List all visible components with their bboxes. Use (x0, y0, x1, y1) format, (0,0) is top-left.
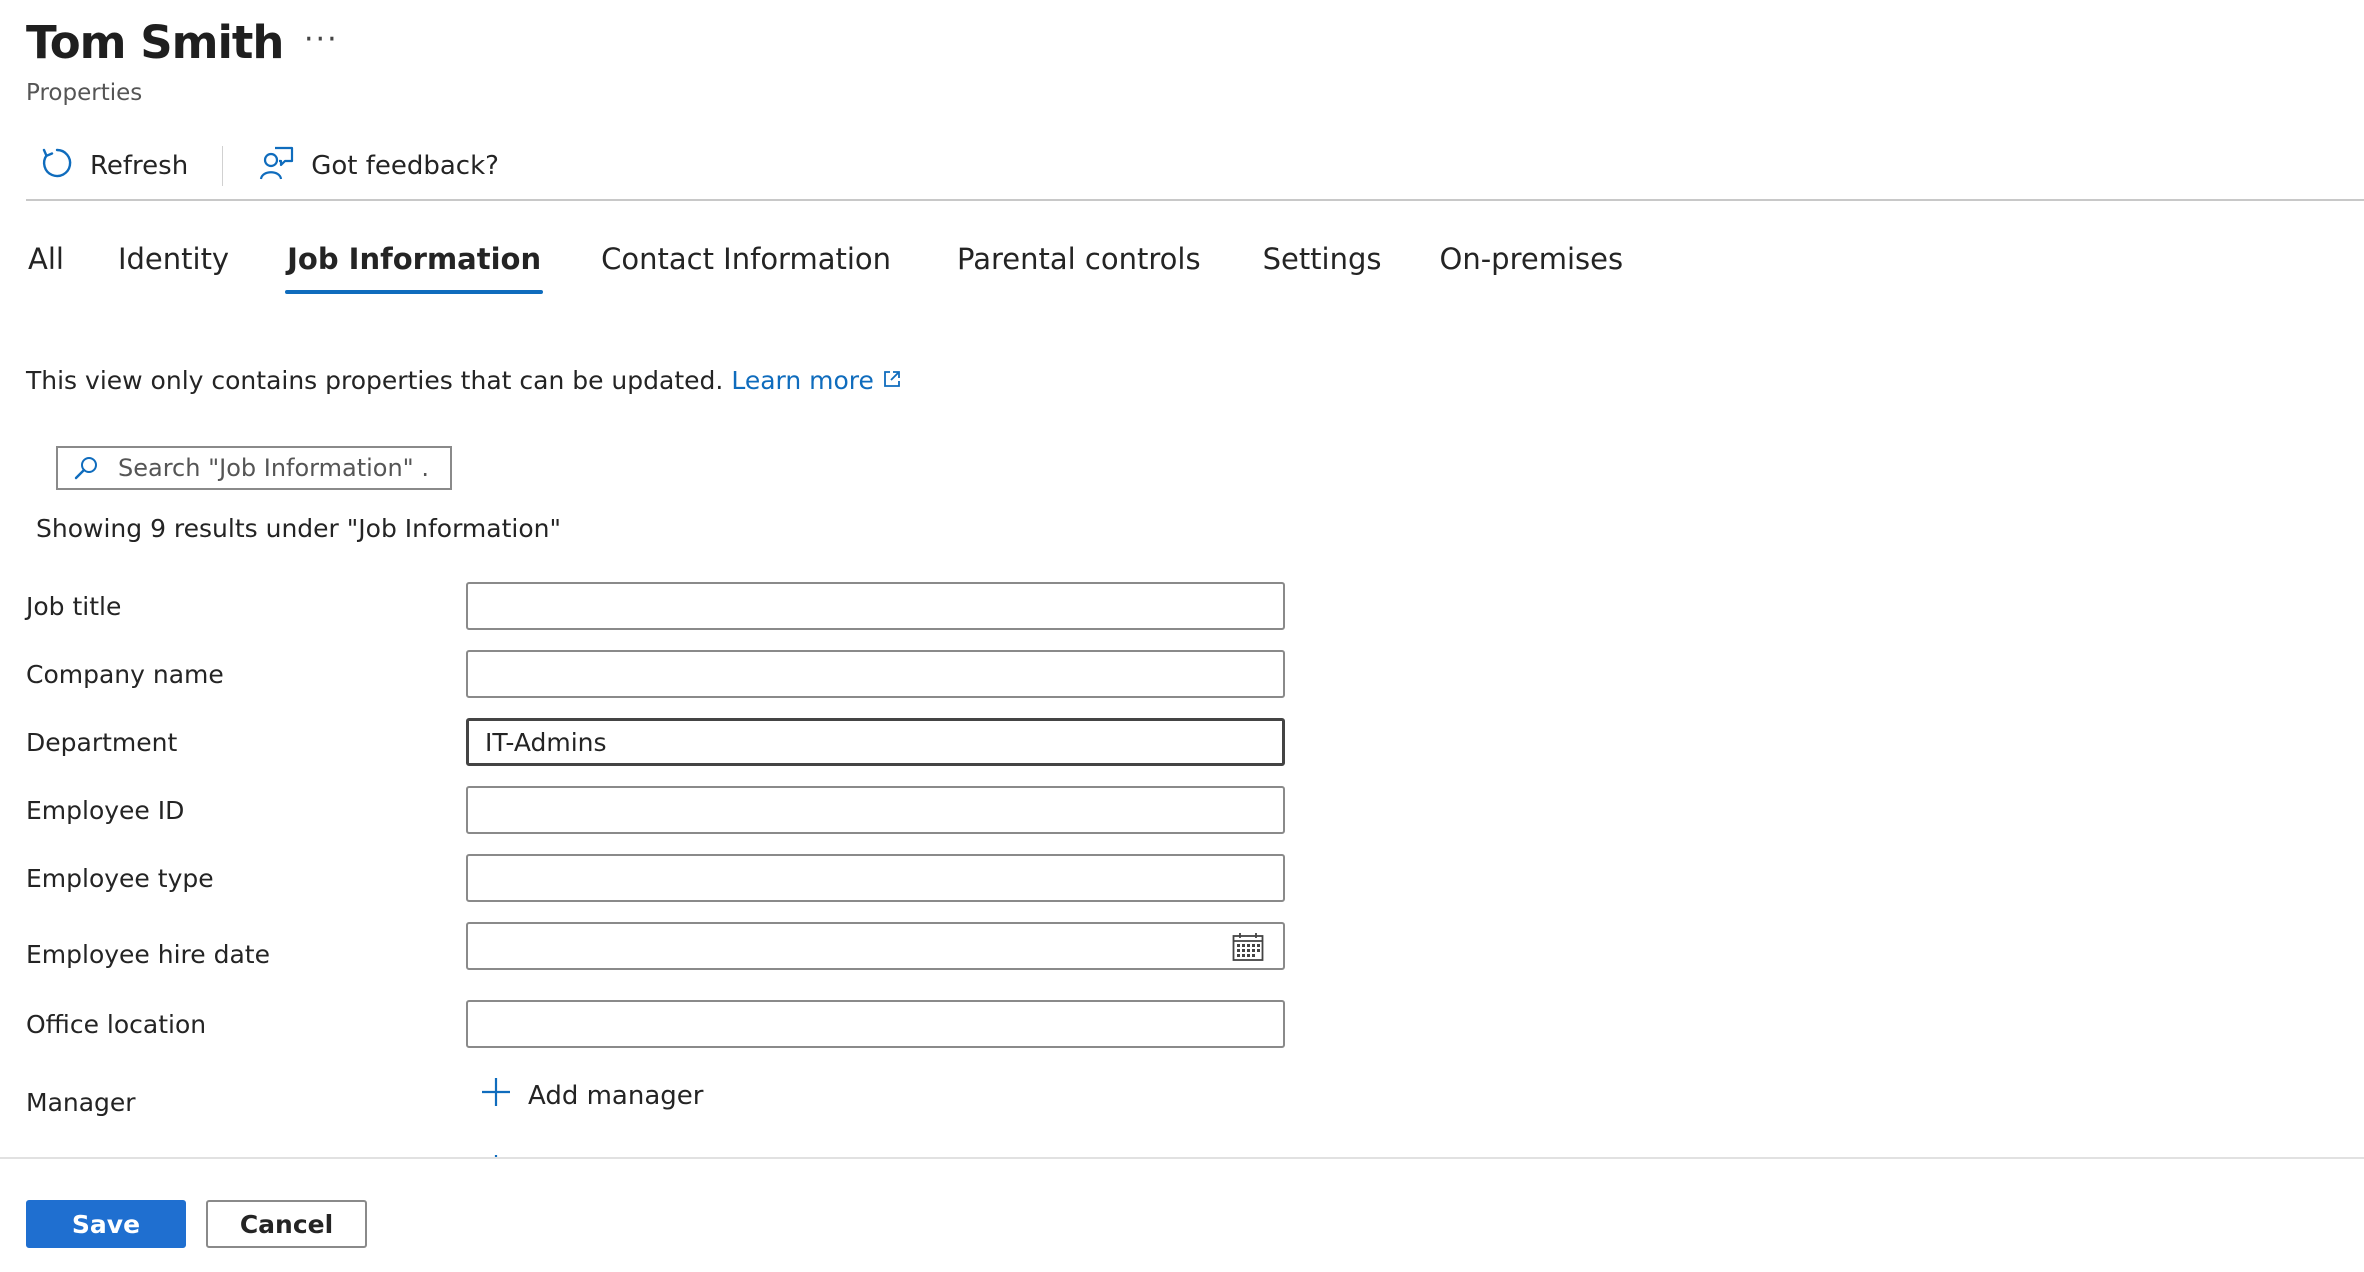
info-message: This view only contains properties that … (26, 366, 902, 395)
page-title: Tom Smith (26, 16, 284, 69)
cancel-button[interactable]: Cancel (206, 1200, 367, 1248)
feedback-icon (259, 145, 295, 188)
add-manager-label: Add manager (528, 1080, 704, 1111)
tab-bar: All Identity Job Information Contact Inf… (26, 238, 1625, 298)
search-icon (72, 454, 100, 482)
refresh-button[interactable]: Refresh (26, 146, 202, 187)
info-text: This view only contains properties that … (26, 366, 724, 395)
job-title-input[interactable] (466, 582, 1285, 630)
toolbar-divider-line (26, 199, 2364, 201)
company-name-label: Company name (26, 660, 224, 689)
calendar-icon[interactable] (1232, 932, 1264, 966)
search-box[interactable] (56, 446, 452, 490)
refresh-label: Refresh (90, 151, 189, 181)
save-button[interactable]: Save (26, 1200, 186, 1248)
department-input[interactable] (466, 718, 1285, 766)
footer-bar: Save Cancel (0, 1157, 2364, 1272)
learn-more-link[interactable]: Learn more (731, 366, 874, 395)
department-row: Department (0, 718, 1300, 766)
job-title-row: Job title (0, 582, 1300, 630)
feedback-label: Got feedback? (311, 151, 499, 181)
employee-id-label: Employee ID (26, 796, 185, 825)
external-link-icon[interactable] (882, 366, 902, 395)
feedback-button[interactable]: Got feedback? (245, 145, 513, 188)
employee-id-input[interactable] (466, 786, 1285, 834)
tab-contact-information[interactable]: Contact Information (599, 238, 893, 294)
employee-hire-date-input[interactable] (466, 922, 1285, 970)
tab-job-information[interactable]: Job Information (285, 238, 544, 294)
employee-id-row: Employee ID (0, 786, 1300, 834)
results-count: Showing 9 results under "Job Information… (36, 514, 561, 543)
office-location-label: Office location (26, 1010, 207, 1039)
office-location-row: Office location (0, 1000, 1300, 1048)
employee-hire-date-row: Employee hire date (0, 922, 1300, 970)
tab-identity[interactable]: Identity (116, 238, 231, 294)
command-bar: Refresh Got feedback? (26, 138, 513, 194)
company-name-input[interactable] (466, 650, 1285, 698)
plus-icon (480, 1076, 512, 1115)
more-options-button[interactable]: ··· (304, 22, 339, 57)
search-input[interactable] (116, 453, 430, 483)
refresh-icon (40, 146, 74, 187)
department-label: Department (26, 728, 178, 757)
tab-settings[interactable]: Settings (1261, 238, 1384, 294)
toolbar-divider (222, 146, 224, 186)
job-title-label: Job title (26, 592, 122, 621)
employee-hire-date-label: Employee hire date (26, 940, 270, 969)
page-subtitle: Properties (26, 80, 143, 106)
office-location-input[interactable] (466, 1000, 1285, 1048)
tab-all[interactable]: All (26, 238, 66, 294)
add-manager-button[interactable]: Add manager (480, 1076, 703, 1115)
employee-type-input[interactable] (466, 854, 1285, 902)
tab-on-premises[interactable]: On-premises (1438, 238, 1626, 294)
tab-parental-controls[interactable]: Parental controls (955, 238, 1203, 294)
manager-label: Manager (26, 1088, 136, 1117)
employee-type-label: Employee type (26, 864, 214, 893)
employee-type-row: Employee type (0, 854, 1300, 902)
company-name-row: Company name (0, 650, 1300, 698)
